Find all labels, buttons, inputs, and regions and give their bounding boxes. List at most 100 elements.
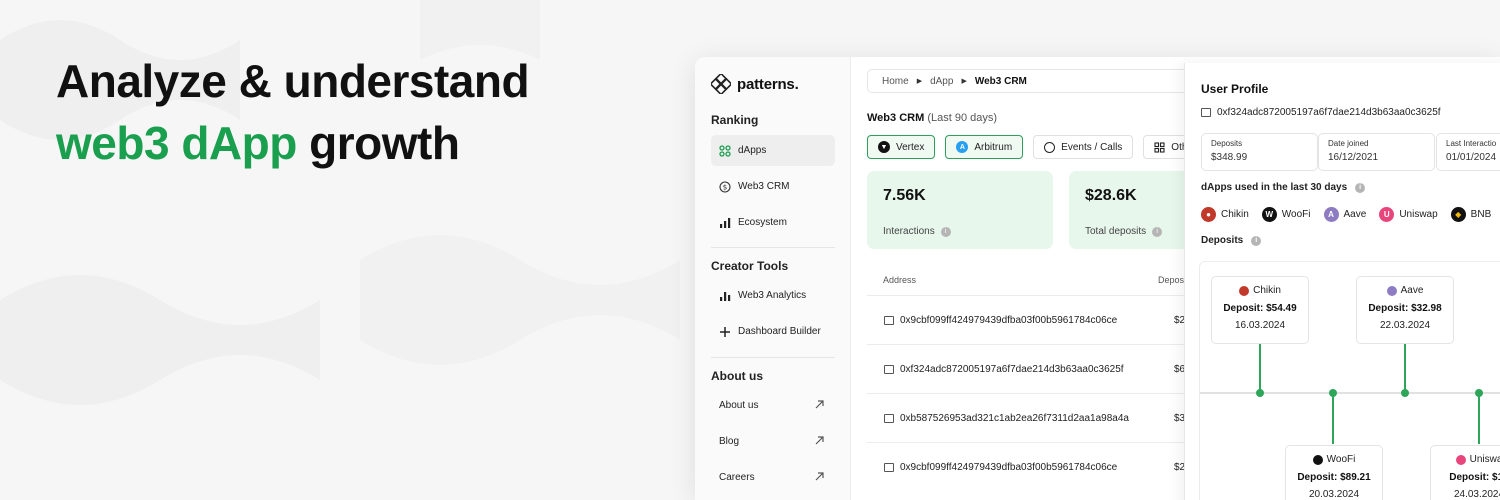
card-name: WooFi <box>1326 454 1356 465</box>
hero-highlight: web3 dApp <box>56 117 297 169</box>
chip-arbitrum[interactable]: A Arbitrum <box>945 135 1024 159</box>
profile-address: 0xf324adc872005197a6f7dae214d3b63aa0c362… <box>1201 107 1441 118</box>
deposits-timeline: Chikin Deposit: $54.49 16.03.2024 Aave D… <box>1199 261 1500 500</box>
hero-heading: Analyze & understand web3 dApp growth <box>56 50 530 174</box>
breadcrumb-separator-icon: ▶ <box>916 78 923 85</box>
dollar-circle-icon: $ <box>719 180 731 193</box>
dapps-used-title: dApps used in the last 30 days i <box>1201 182 1366 193</box>
sidebar-item-about-us[interactable]: About us <box>711 390 835 421</box>
dapp-bnb[interactable]: ◆ BNB <box>1450 207 1492 222</box>
info-icon[interactable]: i <box>1355 182 1366 193</box>
table-row[interactable]: 0x9cbf099ff424979439dfba03f00b5961784c06… <box>867 295 1227 344</box>
chip-label: Events / Calls <box>1061 141 1123 153</box>
table-row[interactable]: 0xb587526953ad321c1ab2ea26f7311d2aa1a98a… <box>867 393 1227 442</box>
profile-title: User Profile <box>1201 82 1269 96</box>
sidebar-divider <box>711 357 835 358</box>
box-value: $348.99 <box>1211 152 1248 163</box>
breadcrumb-dapp[interactable]: dApp <box>930 76 953 87</box>
sidebar-item-dashboard-builder[interactable]: Dashboard Builder <box>711 316 835 347</box>
row-address: 0xb587526953ad321c1ab2ea26f7311d2aa1a98a… <box>900 412 1129 424</box>
uniswap-icon <box>1455 454 1466 465</box>
profile-box-last-interaction: Last Interactio 01/01/2024 <box>1436 133 1500 171</box>
row-address: 0xf324adc872005197a6f7dae214d3b63aa0c362… <box>900 363 1124 375</box>
chip-vertex[interactable]: ▼ Vertex <box>867 135 936 159</box>
bar-chart-icon <box>719 290 731 302</box>
dapp-woofi[interactable]: W WooFi <box>1261 207 1311 222</box>
dapp-uniswap[interactable]: U Uniswap <box>1379 207 1438 222</box>
sidebar-item-label: About us <box>719 400 759 411</box>
logo-text: patterns. <box>737 75 799 93</box>
breadcrumb: Home ▶ dApp ▶ Web3 CRM <box>867 69 1227 93</box>
dapps-list: ● Chikin W WooFi A Aave U Uniswap ◆ BNB <box>1201 207 1491 222</box>
stat-label-text: Total deposits <box>1085 226 1147 237</box>
dapps-used-title-text: dApps used in the last 30 days <box>1201 182 1348 193</box>
table-row[interactable]: 0xf324adc872005197a6f7dae214d3b63aa0c362… <box>867 344 1227 393</box>
profile-box-date-joined: Date joined 16/12/2021 <box>1318 133 1435 171</box>
card-deposit: Deposit: $89.21 <box>1297 472 1371 483</box>
column-header-deposit[interactable]: Deposi <box>1158 275 1186 285</box>
profile-address-text: 0xf324adc872005197a6f7dae214d3b63aa0c362… <box>1217 107 1441 118</box>
sidebar-item-label: dApps <box>738 145 767 156</box>
sidebar-item-web3-analytics[interactable]: Web3 Analytics <box>711 280 835 311</box>
dapp-name: Uniswap <box>1399 209 1438 220</box>
hero-line-2-rest: growth <box>309 117 460 169</box>
sidebar-item-label: Blog <box>719 436 740 447</box>
row-address: 0x9cbf099ff424979439dfba03f00b5961784c06… <box>900 314 1118 326</box>
box-value: 01/01/2024 <box>1446 152 1497 163</box>
sidebar-item-web3-crm[interactable]: $ Web3 CRM <box>711 171 835 202</box>
stat-card-interactions: 7.56K Interactions i <box>867 171 1053 249</box>
timeline-card-uniswap[interactable]: Uniswa Deposit: $10 24.03.2024 <box>1430 445 1500 500</box>
uniswap-icon: U <box>1379 207 1395 222</box>
info-icon[interactable]: i <box>940 226 951 237</box>
dapp-chikin[interactable]: ● Chikin <box>1201 207 1249 222</box>
info-icon[interactable]: i <box>1152 226 1163 237</box>
row-address: 0x9cbf099ff424979439dfba03f00b5961784c06… <box>900 461 1118 473</box>
column-header-address[interactable]: Address <box>883 275 916 285</box>
card-deposit: Deposit: $10 <box>1449 472 1500 483</box>
stat-value: 7.56K <box>883 187 926 204</box>
page-subtitle: (Last 90 days) <box>927 112 998 124</box>
stat-label: Interactions i <box>883 226 951 237</box>
box-key: Last Interactio <box>1446 139 1497 148</box>
sidebar-item-label: Careers <box>719 472 755 483</box>
card-date: 20.03.2024 <box>1308 489 1360 500</box>
timeline-card-aave[interactable]: Aave Deposit: $32.98 22.03.2024 <box>1356 276 1454 344</box>
logo[interactable]: patterns. <box>711 74 799 94</box>
external-arrow-icon <box>815 472 824 481</box>
card-date: 16.03.2024 <box>1234 320 1286 331</box>
stat-label-text: Interactions <box>883 226 935 237</box>
dapp-aave[interactable]: A Aave <box>1323 207 1367 222</box>
sidebar-item-careers[interactable]: Careers <box>711 462 835 493</box>
info-icon[interactable]: i <box>1251 235 1262 246</box>
vertex-icon: ▼ <box>878 141 890 153</box>
sidebar-item-blog[interactable]: Blog <box>711 426 835 457</box>
sidebar-item-label: Ecosystem <box>738 217 787 228</box>
user-profile-panel: User Profile 0xf324adc872005197a6f7dae21… <box>1184 63 1500 500</box>
card-deposit: Deposit: $54.49 <box>1223 303 1297 314</box>
wallet-icon <box>884 315 894 325</box>
app-window: patterns. Ranking dApps $ Web3 CRM Ecosy… <box>695 57 1500 500</box>
card-name: Uniswa <box>1469 454 1500 465</box>
table-row[interactable]: 0x9cbf099ff424979439dfba03f00b5961784c06… <box>867 442 1227 491</box>
bar-chart-icon <box>719 217 731 229</box>
bnb-icon: ◆ <box>1450 207 1466 222</box>
creator-tools-section-title: Creator Tools <box>711 259 789 273</box>
dapp-name: BNB <box>1470 209 1492 220</box>
dapp-name: WooFi <box>1281 209 1311 220</box>
timeline-card-woofi[interactable]: WooFi Deposit: $89.21 20.03.2024 <box>1285 445 1383 500</box>
dapp-name: Aave <box>1343 209 1367 220</box>
svg-text:$: $ <box>723 183 727 191</box>
about-section-title: About us <box>711 369 763 383</box>
timeline-card-chikin[interactable]: Chikin Deposit: $54.49 16.03.2024 <box>1211 276 1309 344</box>
chikin-icon <box>1239 285 1250 296</box>
wallet-icon <box>884 462 894 472</box>
sidebar-item-label: Dashboard Builder <box>738 326 821 337</box>
chip-events-calls[interactable]: Events / Calls <box>1033 135 1134 159</box>
page-title: Web3 CRM (Last 90 days) <box>867 112 997 124</box>
sidebar-item-ecosystem[interactable]: Ecosystem <box>711 207 835 238</box>
breadcrumb-home[interactable]: Home <box>882 76 909 87</box>
dapp-name: Chikin <box>1221 209 1249 220</box>
arbitrum-icon: A <box>956 141 969 153</box>
sidebar-item-dapps[interactable]: dApps <box>711 135 835 166</box>
page-title-text: Web3 CRM <box>867 112 925 124</box>
